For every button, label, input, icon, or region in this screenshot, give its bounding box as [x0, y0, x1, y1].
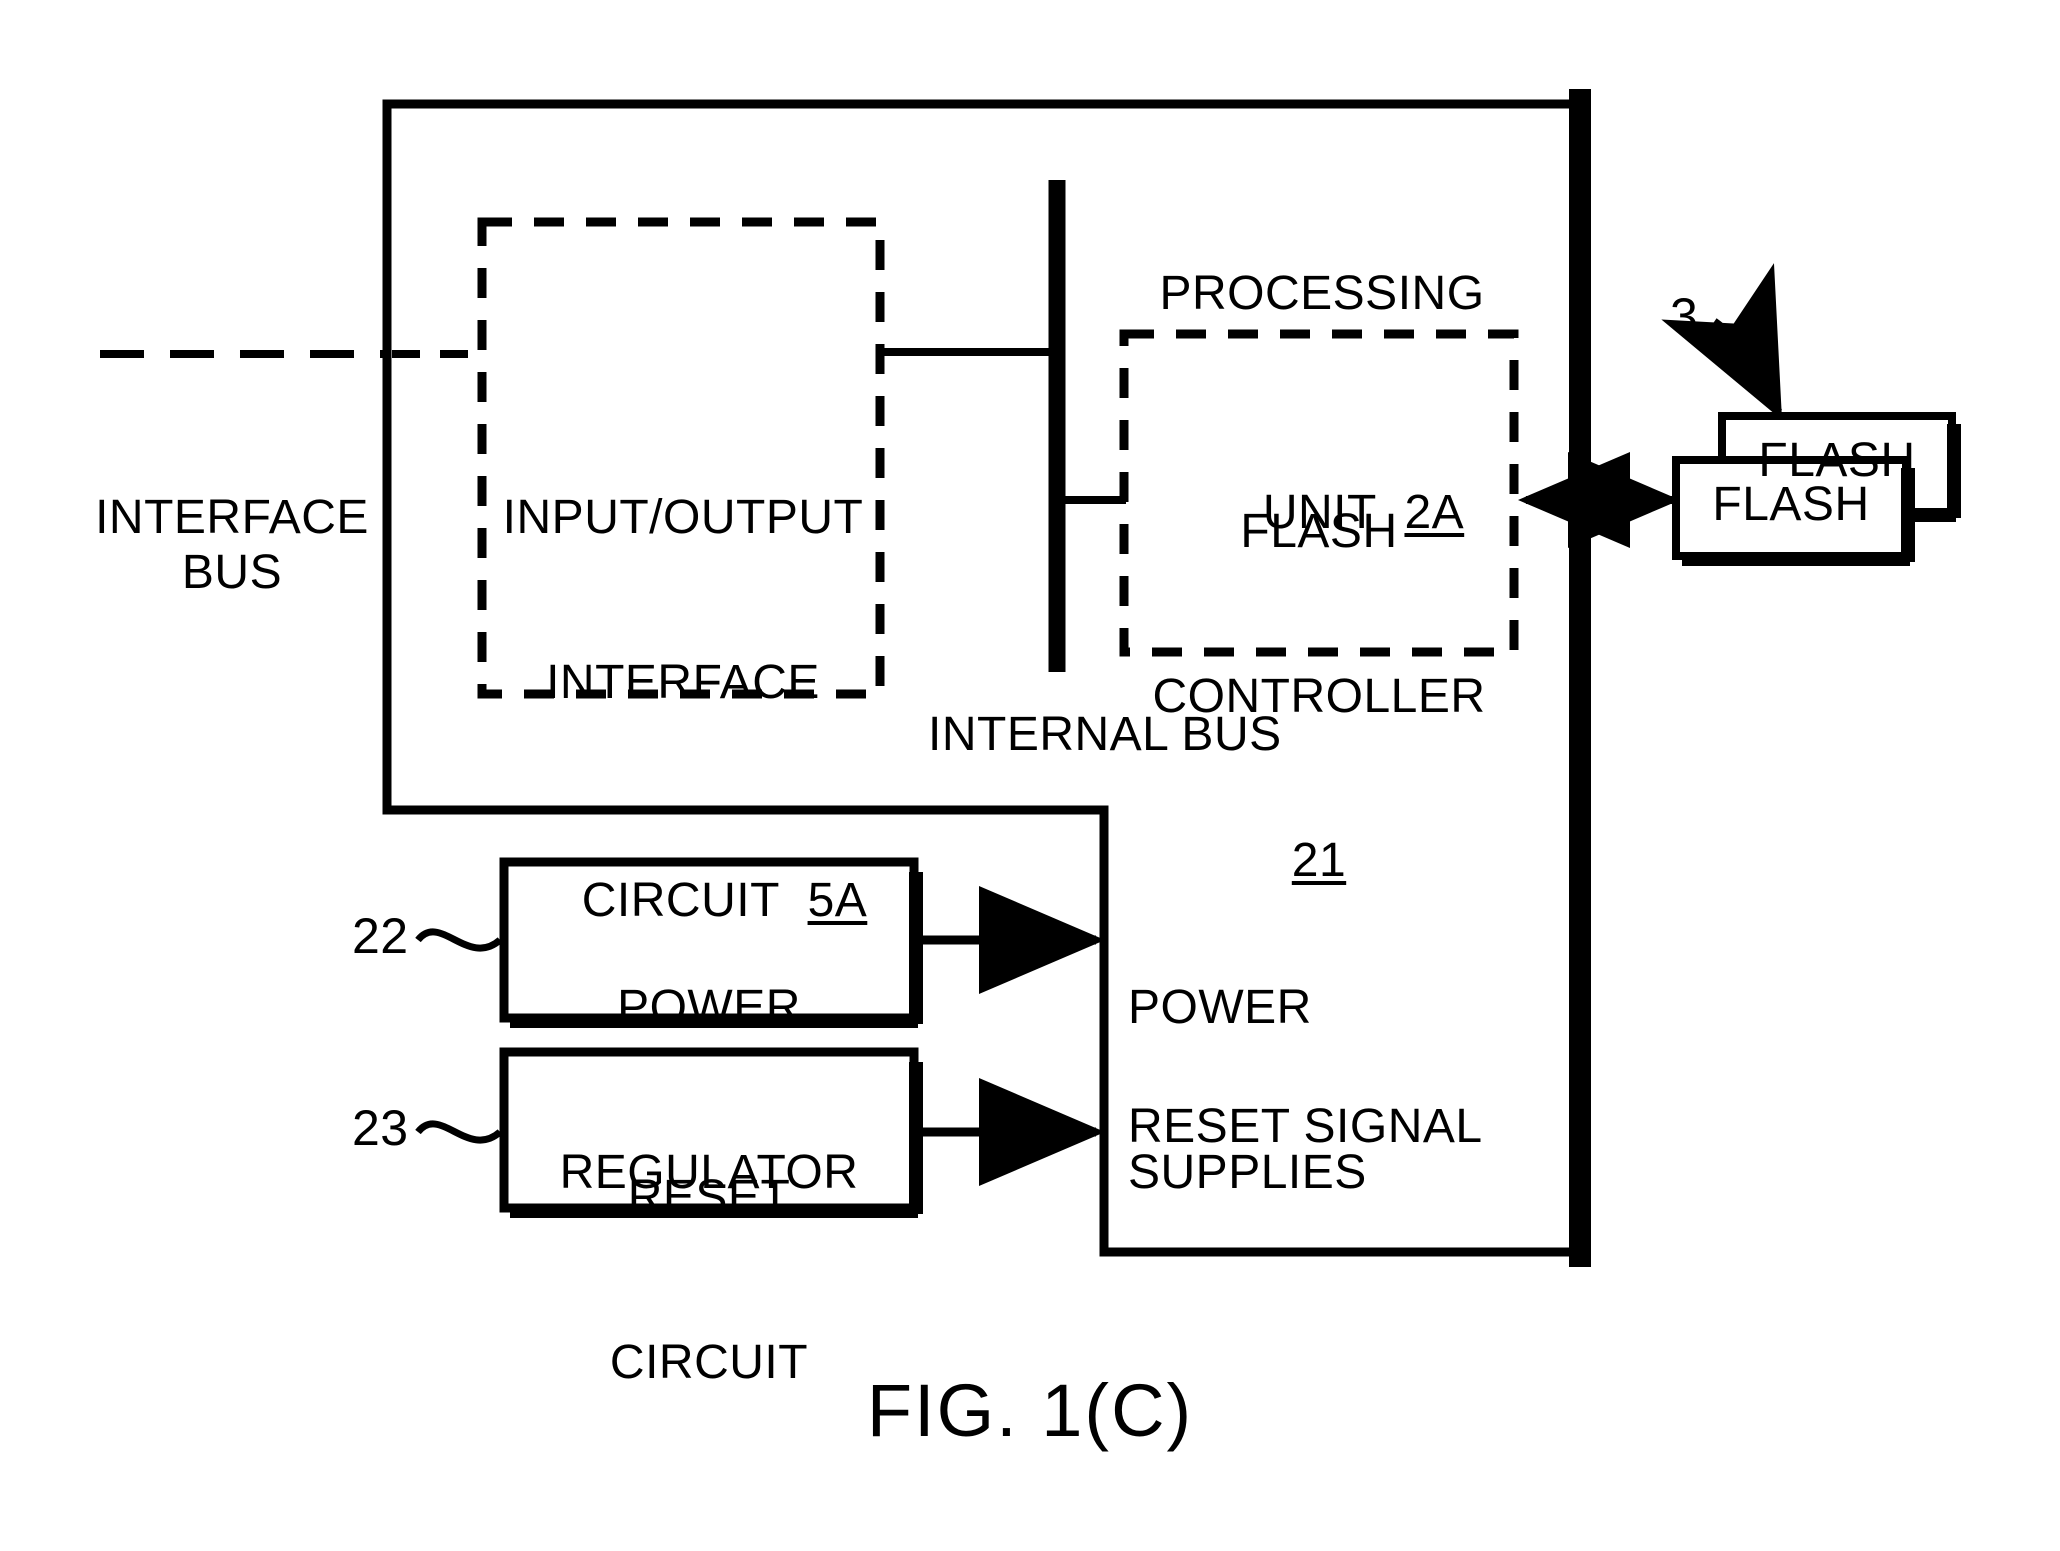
reset-circuit-line-1: RESET — [627, 1171, 791, 1225]
flash-controller-line-1: FLASH — [1240, 505, 1398, 559]
io-interface-line-2: INTERFACE — [546, 655, 820, 709]
flash-memory-front-label: FLASH — [1712, 478, 1870, 531]
patent-figure-1c: INTERFACE BUS PROCESSING UNIT 2A INPUT/O… — [0, 0, 2060, 1551]
internal-bus-label: INTERNAL BUS — [928, 708, 1282, 761]
flash-ref-leader-arrow — [1661, 263, 1783, 421]
reset-circuit-ref-label: 23 — [352, 1100, 409, 1156]
power-regulator-line-1: POWER — [617, 981, 801, 1035]
interface-bus-label: INTERFACE BUS — [95, 491, 369, 600]
processing-unit-line-1: PROCESSING — [1159, 267, 1485, 321]
figure-caption: FIG. 1(C) — [866, 1369, 1194, 1452]
reset-circuit-ref-leader — [415, 1120, 503, 1144]
reset-signal-label: RESET SIGNAL — [1128, 1100, 1483, 1153]
power-supplies-label: POWER SUPPLIES — [1128, 872, 1367, 1310]
io-interface-line-1: INPUT/OUTPUT — [502, 491, 864, 545]
diagram-linework — [100, 89, 1961, 1267]
power-supplies-line-1: POWER — [1128, 981, 1312, 1035]
flash-memory-ref-label: 3 — [1670, 288, 1699, 344]
power-regulator-ref-leader — [415, 928, 503, 952]
power-regulator-ref-label: 22 — [352, 908, 409, 964]
